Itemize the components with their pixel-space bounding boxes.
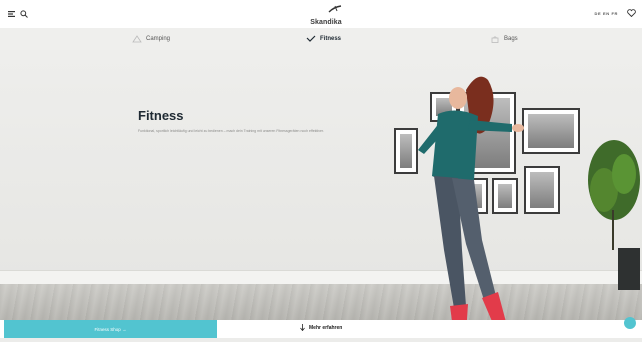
fitness-shop-button[interactable]: Fitness Shop → — [4, 320, 217, 338]
category-label: Fitness — [320, 36, 342, 42]
hero-title: Fitness — [138, 108, 184, 123]
search-icon[interactable] — [20, 10, 28, 18]
chat-bubble-icon[interactable] — [624, 317, 636, 329]
heart-icon[interactable] — [627, 9, 636, 17]
menu-icon[interactable] — [8, 11, 15, 17]
hero-description: Funktional, sportlich leichtläufig und l… — [138, 129, 324, 133]
tent-icon — [132, 35, 142, 43]
baseboard — [0, 270, 642, 285]
category-label: Bags — [504, 36, 518, 42]
category-navigation: Camping Fitness Bags — [0, 28, 642, 50]
hero-footer-bar: Fitness Shop → Mehr erfahren — [0, 320, 642, 338]
category-tab-camping[interactable]: Camping — [132, 33, 170, 45]
bag-icon — [491, 36, 499, 43]
learn-more-label: Mehr erfahren — [309, 324, 343, 331]
fitness-icon — [306, 35, 316, 42]
language-switcher[interactable]: DE EN FR — [595, 11, 618, 16]
top-navigation-bar: Skandika DE EN FR — [0, 0, 642, 28]
logo-swoosh-icon — [328, 5, 342, 13]
category-label: Camping — [146, 36, 171, 42]
logo-text: Skandika — [310, 19, 342, 26]
category-tab-fitness[interactable]: Fitness — [306, 33, 341, 45]
learn-more-link[interactable]: Mehr erfahren — [300, 324, 342, 331]
potted-plant-image — [588, 140, 640, 290]
floor-shading — [0, 284, 642, 320]
brand-logo[interactable]: Skandika — [306, 5, 346, 26]
arrow-down-icon — [300, 324, 305, 331]
hero-athlete-image — [418, 76, 524, 336]
category-tab-bags[interactable]: Bags — [490, 33, 518, 45]
